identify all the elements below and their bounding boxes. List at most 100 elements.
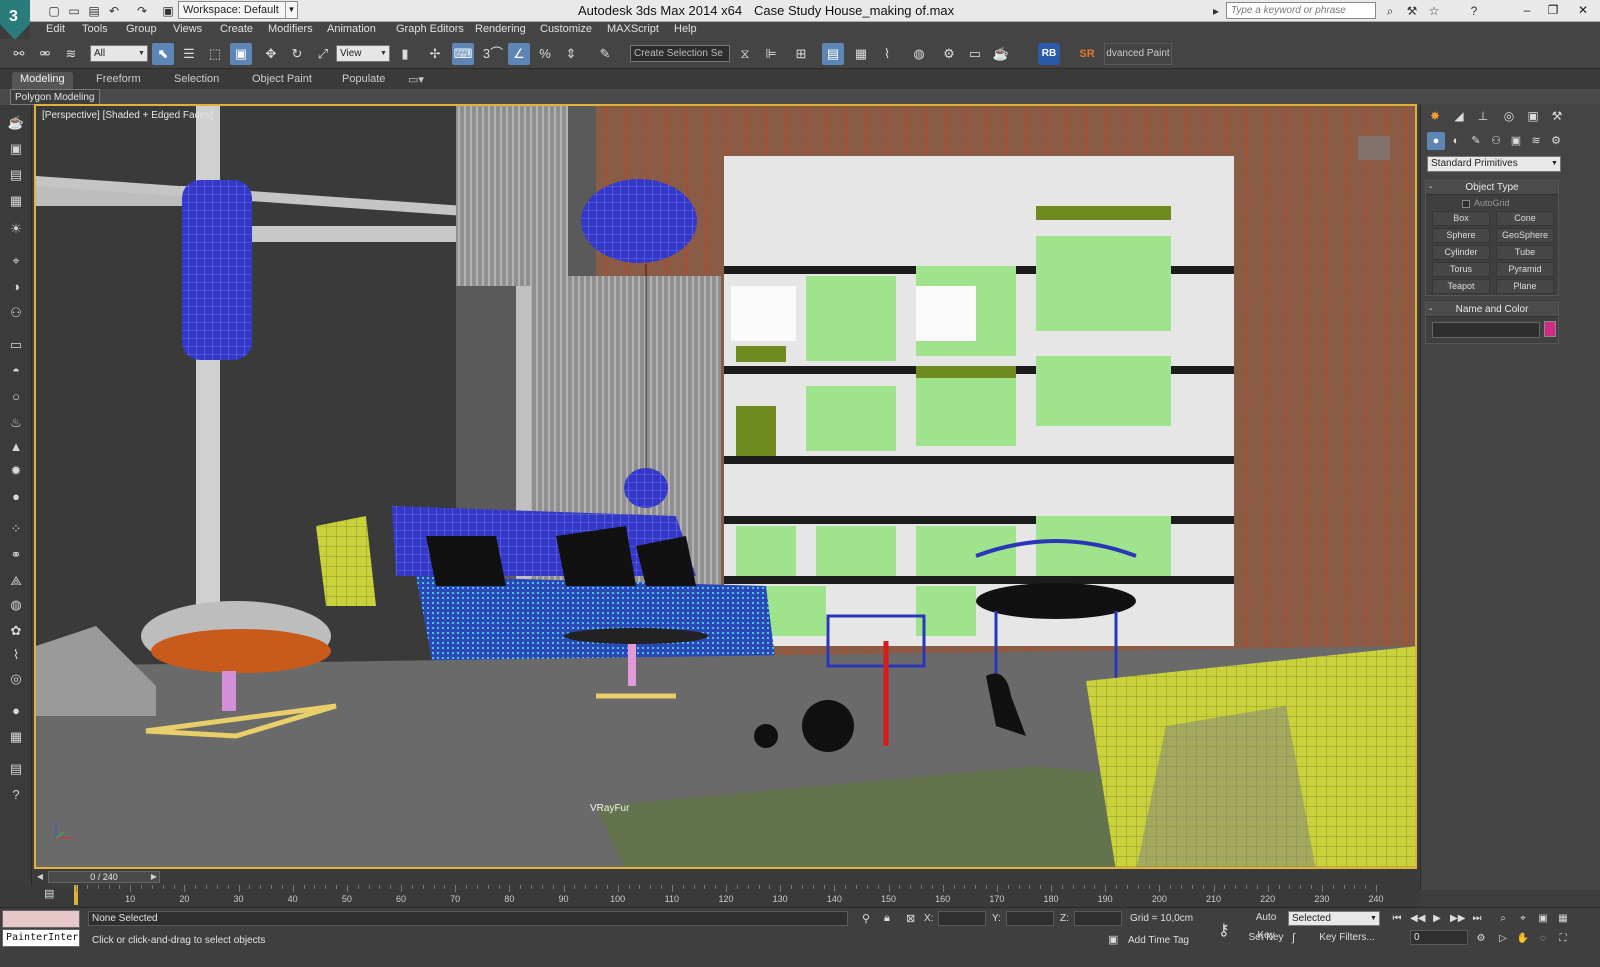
edit-named-selection-icon[interactable]: ✎: [594, 43, 616, 65]
reference-coordinate-dropdown[interactable]: View ▼: [336, 45, 390, 62]
selection-filter-dropdown[interactable]: All ▼: [90, 45, 148, 62]
plane-icon[interactable]: ▭: [5, 335, 27, 355]
cone-icon[interactable]: ▲: [5, 437, 27, 457]
search-binoculars-icon[interactable]: ⌕: [1382, 3, 1398, 19]
globe-icon[interactable]: ◍: [5, 595, 27, 615]
tab-modeling[interactable]: Modeling: [12, 72, 73, 89]
render-setup-icon[interactable]: ⚙: [938, 43, 960, 65]
workspace-dropdown[interactable]: Workspace: Default ▼: [178, 1, 298, 19]
tab-freeform[interactable]: Freeform: [88, 72, 149, 89]
advanced-paint-button[interactable]: dvanced Paint: [1104, 43, 1172, 65]
cone-button[interactable]: Cone: [1496, 211, 1554, 226]
time-slider[interactable]: ◀ 0 / 240 ▶: [34, 870, 1417, 884]
menu-views[interactable]: Views: [173, 23, 202, 35]
set-key-button[interactable]: Set Key: [1246, 929, 1286, 947]
menu-rendering[interactable]: Rendering: [475, 23, 526, 35]
redo-icon[interactable]: ↷: [134, 3, 150, 19]
scripts-icon[interactable]: ▤: [5, 759, 27, 779]
mesh-icon[interactable]: ⟁: [5, 571, 27, 591]
shapes-icon[interactable]: ◐: [1447, 132, 1465, 150]
unlink-selection-icon[interactable]: ⚮: [34, 43, 56, 65]
polygon-modeling-panel[interactable]: Polygon Modeling: [10, 89, 100, 105]
rendered-frame-window-icon[interactable]: ▭: [964, 43, 986, 65]
field-of-view-icon[interactable]: ▷: [1496, 932, 1510, 946]
angle-snap-icon[interactable]: ∠: [508, 43, 530, 65]
play-icon[interactable]: ▶: [1430, 912, 1444, 926]
teapot-button[interactable]: Teapot: [1432, 279, 1490, 294]
new-file-icon[interactable]: ▢: [46, 3, 62, 19]
menu-tools[interactable]: Tools: [82, 23, 108, 35]
help-circle-icon[interactable]: ?: [5, 785, 27, 805]
menu-customize[interactable]: Customize: [540, 23, 592, 35]
lights-icon[interactable]: ✎: [1467, 132, 1485, 150]
texture-ball-icon[interactable]: ◎: [5, 669, 27, 689]
x-coordinate-field[interactable]: [938, 911, 986, 926]
utilities-tab-icon[interactable]: ⚒: [1547, 106, 1567, 126]
teapot-primitive-icon[interactable]: ♨: [5, 413, 27, 433]
maximize-icon[interactable]: ❐: [1542, 2, 1564, 18]
select-and-rotate-icon[interactable]: ↻: [286, 43, 308, 65]
display-tab-icon[interactable]: ▣: [1523, 106, 1543, 126]
time-tag-icon[interactable]: ▣: [1108, 933, 1118, 946]
key-mode-dropdown[interactable]: Selected ▼: [1288, 911, 1380, 926]
hair-icon[interactable]: ⌇: [5, 645, 27, 665]
track-bar[interactable]: ▤ 10 20 30 40 50 60 70 80 90 100 110 120 130 140 150 16…: [0, 885, 1420, 907]
menu-modifiers[interactable]: Modifiers: [268, 23, 313, 35]
tab-object-paint[interactable]: Object Paint: [244, 72, 320, 89]
set-key-icon[interactable]: ⚷: [1218, 920, 1230, 940]
zoom-all-icon[interactable]: ⌖: [1516, 912, 1530, 926]
pyramid-button[interactable]: Pyramid: [1496, 262, 1554, 277]
favorites-star-icon[interactable]: ☆: [1426, 3, 1442, 19]
selection-lock-icon[interactable]: 🔒︎: [884, 912, 890, 925]
zoom-extents-icon[interactable]: ▣: [1536, 912, 1550, 926]
next-frame-icon[interactable]: ▶▶: [1450, 912, 1465, 926]
menu-group[interactable]: Group: [126, 23, 157, 35]
select-by-name-icon[interactable]: ☰: [178, 43, 200, 65]
maxscript-listener-output[interactable]: [2, 910, 80, 928]
dynamics-icon[interactable]: ⚭: [5, 545, 27, 565]
select-and-link-icon[interactable]: ⚯: [8, 43, 30, 65]
absolute-mode-icon[interactable]: ⊠: [906, 912, 915, 925]
grid-icon[interactable]: ▦: [5, 191, 27, 211]
camera-icon[interactable]: ⌖: [5, 251, 27, 271]
menu-edit[interactable]: Edit: [46, 23, 65, 35]
curve-editor-icon[interactable]: ⌇: [876, 43, 898, 65]
object-color-swatch[interactable]: [1544, 321, 1556, 337]
sphere-icon[interactable]: ○: [5, 387, 27, 407]
rectangular-selection-icon[interactable]: ⬚: [204, 43, 226, 65]
pan-view-icon[interactable]: ✋: [1516, 932, 1530, 946]
teapot-icon[interactable]: ☕: [5, 113, 27, 133]
torus-button[interactable]: Torus: [1432, 262, 1490, 277]
next-frame-arrow-icon[interactable]: ▶: [148, 871, 160, 883]
geosphere-button[interactable]: GeoSphere: [1496, 228, 1554, 243]
material-editor-icon[interactable]: ◍: [908, 43, 930, 65]
previous-frame-icon[interactable]: ◀◀: [1410, 912, 1425, 926]
cylinder-button[interactable]: Cylinder: [1432, 245, 1490, 260]
pivot-center-icon[interactable]: ▮: [394, 43, 416, 65]
sun-icon[interactable]: ✹: [5, 461, 27, 481]
menu-animation[interactable]: Animation: [327, 23, 376, 35]
menu-help[interactable]: Help: [674, 23, 697, 35]
y-coordinate-field[interactable]: [1006, 911, 1054, 926]
plant-icon[interactable]: ✿: [5, 621, 27, 641]
name-and-color-header[interactable]: - Name and Color: [1426, 303, 1558, 317]
light-icon[interactable]: ☀: [5, 219, 27, 239]
project-folder-icon[interactable]: ▣: [160, 3, 176, 19]
keyboard-shortcut-override-icon[interactable]: ⌨: [452, 43, 474, 65]
percent-snap-icon[interactable]: %: [534, 43, 556, 65]
named-selection-set-field[interactable]: Create Selection Se: [630, 45, 730, 62]
plane-button[interactable]: Plane: [1496, 279, 1554, 294]
sphere-button[interactable]: Sphere: [1432, 228, 1490, 243]
select-and-move-icon[interactable]: ✥: [260, 43, 282, 65]
systems-icon[interactable]: ⚙: [1547, 132, 1565, 150]
orbit-icon[interactable]: ◌: [1536, 932, 1550, 946]
minimize-icon[interactable]: –: [1516, 2, 1538, 18]
go-to-start-icon[interactable]: ⏮: [1390, 912, 1404, 926]
dome-icon[interactable]: ◓: [5, 361, 27, 381]
open-mini-curve-editor-icon[interactable]: ▤: [44, 887, 54, 900]
material-sphere-icon[interactable]: ●: [5, 701, 27, 721]
open-file-icon[interactable]: ▭: [66, 3, 82, 19]
save-file-icon[interactable]: ▤: [86, 3, 102, 19]
helpers-icon[interactable]: ▣: [1507, 132, 1525, 150]
auto-key-button[interactable]: Auto Key: [1246, 909, 1286, 941]
